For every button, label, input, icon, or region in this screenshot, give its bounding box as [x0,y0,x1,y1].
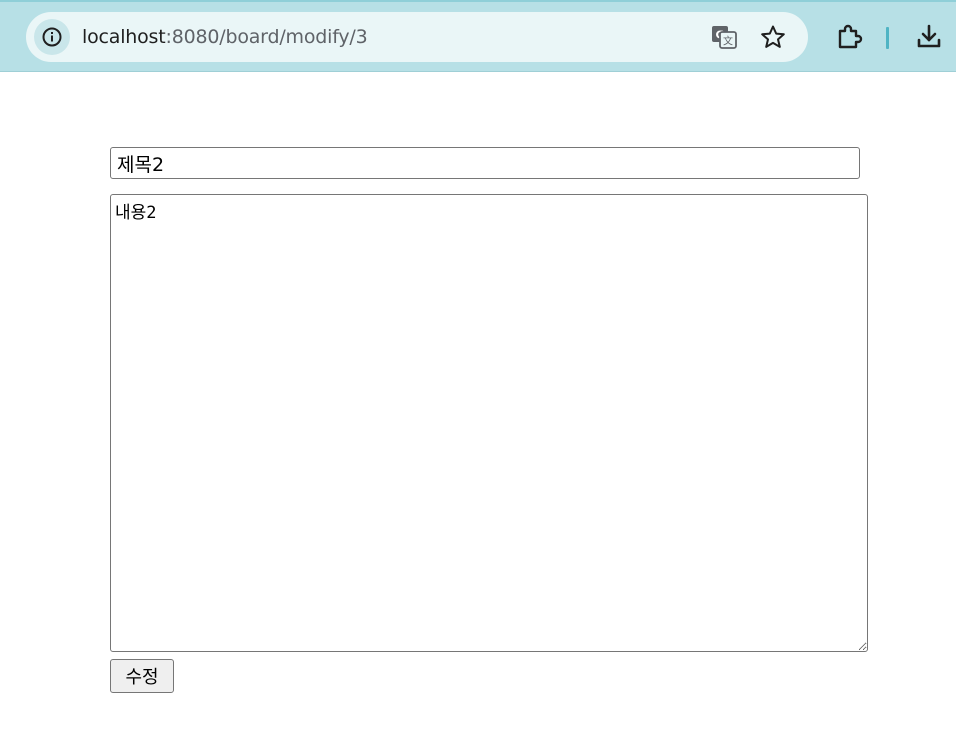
address-bar[interactable]: localhost:8080/board/modify/3 G 文 [26,12,808,62]
site-info-button[interactable] [34,19,70,55]
translate-button[interactable]: G 文 [710,23,738,51]
download-icon [917,24,941,48]
url-host: localhost [82,26,166,48]
browser-toolbar: localhost:8080/board/modify/3 G 文 [0,0,956,72]
bookmark-button[interactable] [759,23,787,51]
url-text[interactable]: localhost:8080/board/modify/3 [82,12,368,62]
url-path: :8080/board/modify/3 [165,26,368,48]
translate-icon: G 文 [712,26,737,49]
extensions-button[interactable] [834,22,864,52]
svg-text:文: 文 [723,35,733,48]
title-input[interactable] [110,147,860,179]
modify-button[interactable]: 수정 [110,659,174,693]
info-icon [42,27,62,47]
star-icon [761,25,785,48]
content-textarea[interactable]: 내용2 [110,194,868,652]
downloads-button[interactable] [914,22,944,52]
puzzle-icon [838,24,863,49]
toolbar-separator [886,27,889,49]
